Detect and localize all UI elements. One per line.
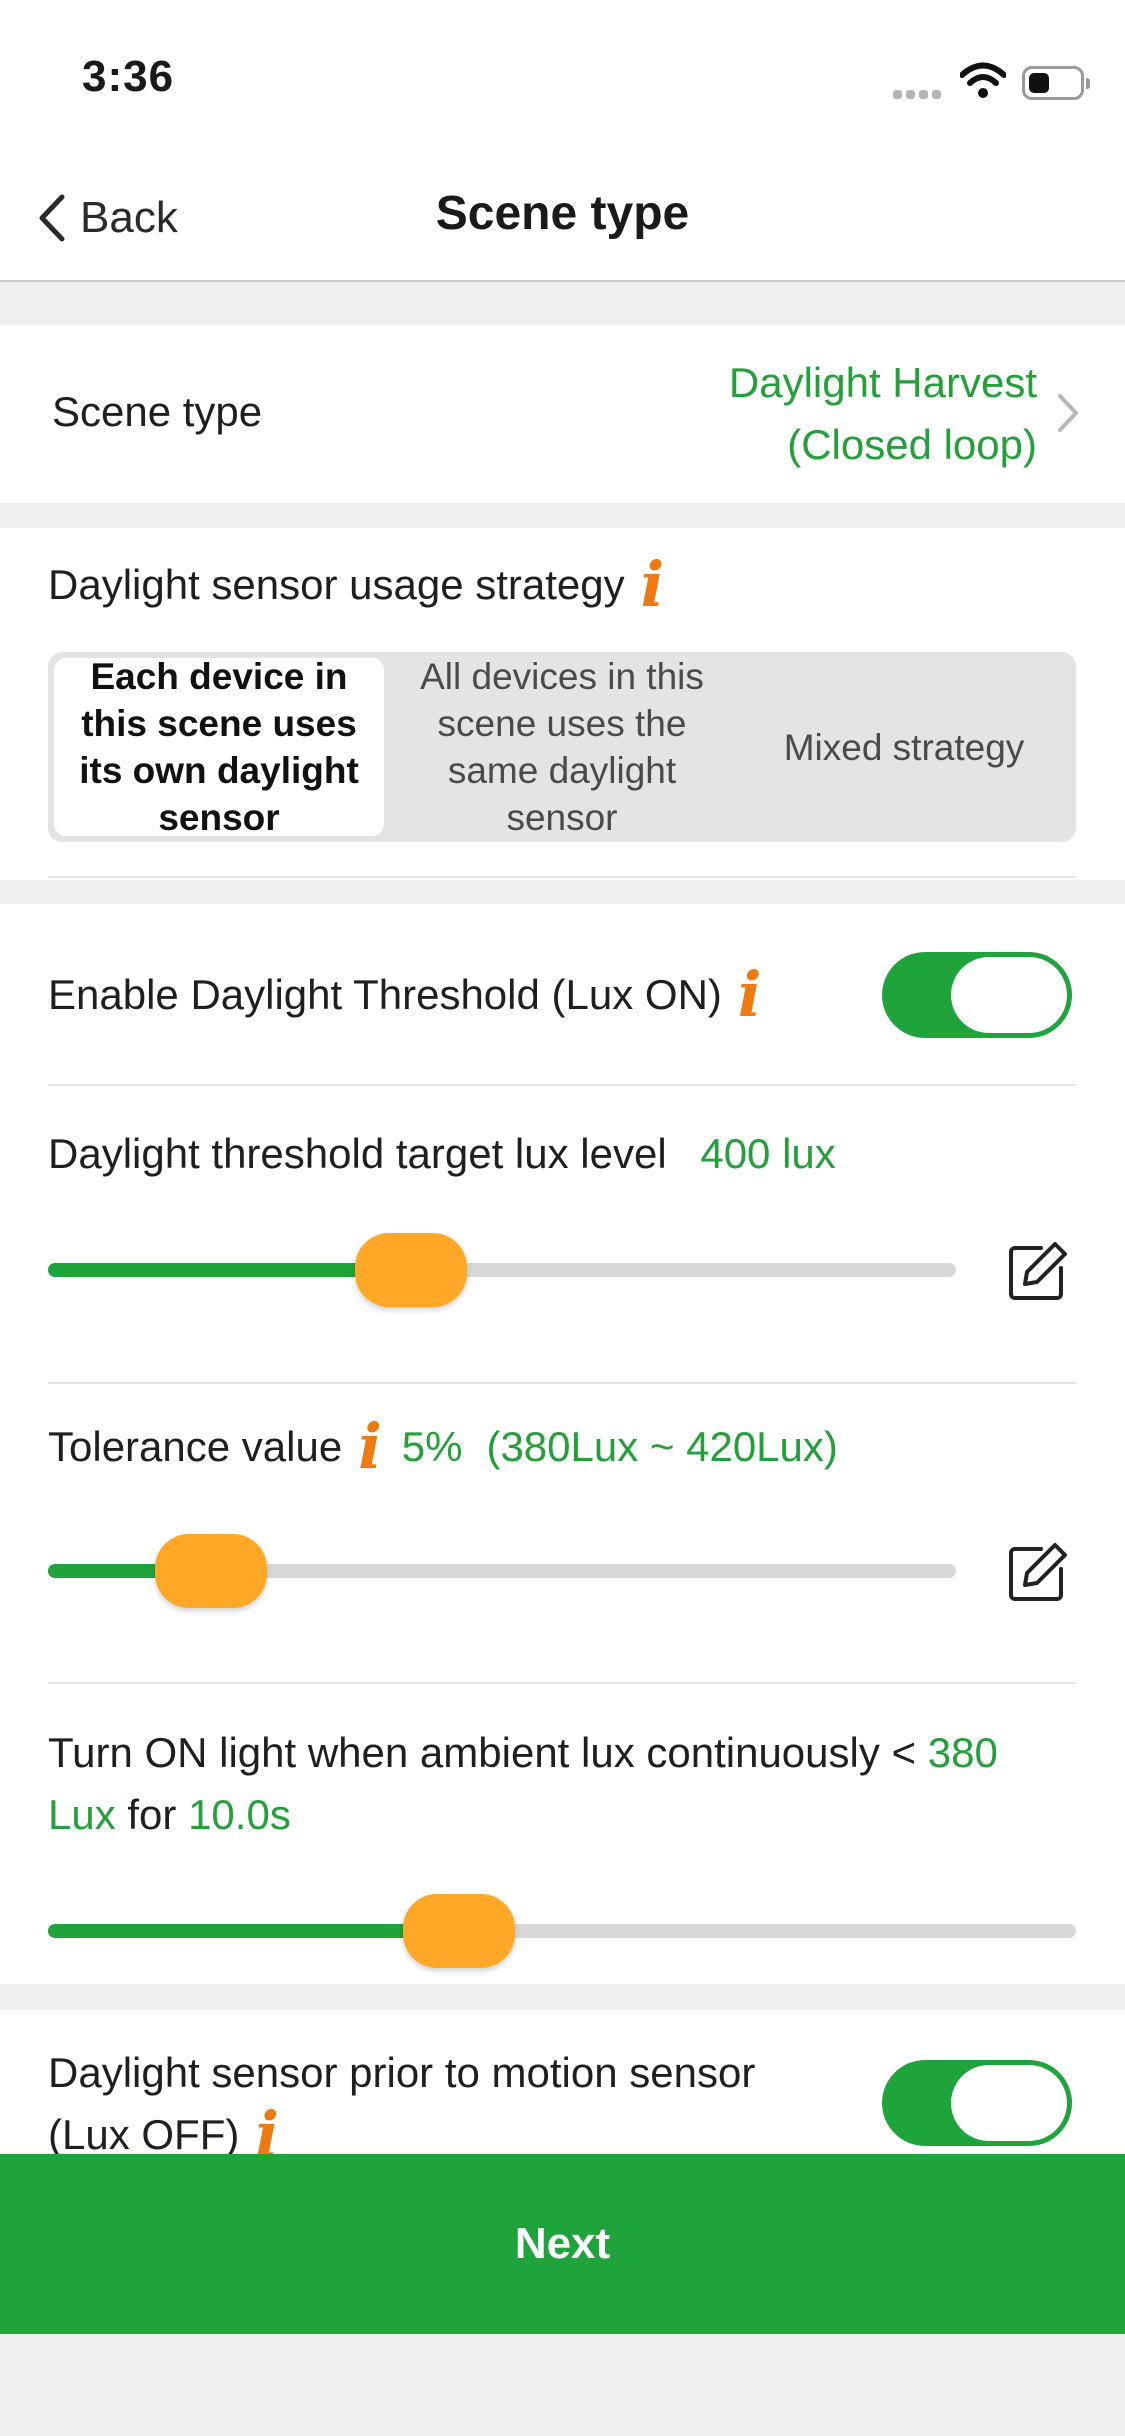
segment-own-sensor[interactable]: Each device in this scene uses its own day… <box>54 656 384 838</box>
battery-icon <box>1022 66 1090 100</box>
next-button[interactable]: Next <box>0 2154 1125 2334</box>
chevron-right-icon <box>1058 394 1078 432</box>
slider-thumb[interactable] <box>355 1233 468 1307</box>
info-icon[interactable]: i <box>641 554 665 616</box>
divider <box>48 1084 1076 1086</box>
edit-icon[interactable] <box>1005 1238 1071 1304</box>
divider <box>48 876 1076 878</box>
target-lux-slider[interactable] <box>48 1233 956 1307</box>
threshold-toggle-label: Enable Daylight Threshold (Lux ON) i <box>48 958 762 1031</box>
tolerance-range: (380Lux ~ 420Lux) <box>486 1423 838 1470</box>
slider-thumb[interactable] <box>403 1894 516 1968</box>
info-icon[interactable]: i <box>738 964 762 1026</box>
tolerance-label: Tolerance value i 5% (380Lux ~ 420Lux) <box>48 1410 838 1483</box>
motion-toggle[interactable] <box>882 2060 1072 2146</box>
segment-same-sensor[interactable]: All devices in this scene uses the same da… <box>394 656 730 838</box>
segment-mixed-strategy[interactable]: Mixed strategy <box>736 658 1072 836</box>
tolerance-percent: 5% <box>401 1423 463 1470</box>
scene-type-label: Scene type <box>52 388 263 435</box>
wifi-icon <box>960 62 1006 98</box>
info-icon[interactable]: i <box>358 1416 382 1478</box>
slider-fill <box>48 1924 460 1938</box>
tolerance-slider[interactable] <box>48 1534 956 1608</box>
divider <box>48 1382 1076 1384</box>
duration-slider[interactable] <box>48 1894 1076 1968</box>
divider <box>48 1682 1076 1684</box>
page-title: Scene type <box>435 187 690 240</box>
status-time: 3:36 <box>82 52 175 101</box>
target-lux-label: Daylight threshold target lux level 400 … <box>48 1130 836 1177</box>
turn-on-lux-value: 380 <box>927 1729 998 1776</box>
turn-on-lux-unit: Lux <box>48 1791 116 1838</box>
strategy-segmented-control: Each device in this scene uses its own day… <box>48 652 1076 842</box>
threshold-toggle[interactable] <box>882 952 1072 1038</box>
cellular-signal-icon <box>893 86 945 99</box>
turn-on-duration: 10.0s <box>188 1791 291 1838</box>
edit-icon[interactable] <box>1005 1539 1071 1605</box>
slider-thumb[interactable] <box>155 1534 268 1608</box>
motion-toggle-label: Daylight sensor prior to motion sensor (… <box>48 2049 756 2171</box>
scene-type-value: Daylight Harvest (Closed loop) <box>728 359 1037 468</box>
info-icon[interactable]: i <box>255 2104 279 2166</box>
strategy-label: Daylight sensor usage strategy i <box>48 548 665 621</box>
turn-on-description: Turn ON light when ambient lux continuou… <box>48 1729 998 1838</box>
target-lux-value: 400 lux <box>700 1130 836 1177</box>
